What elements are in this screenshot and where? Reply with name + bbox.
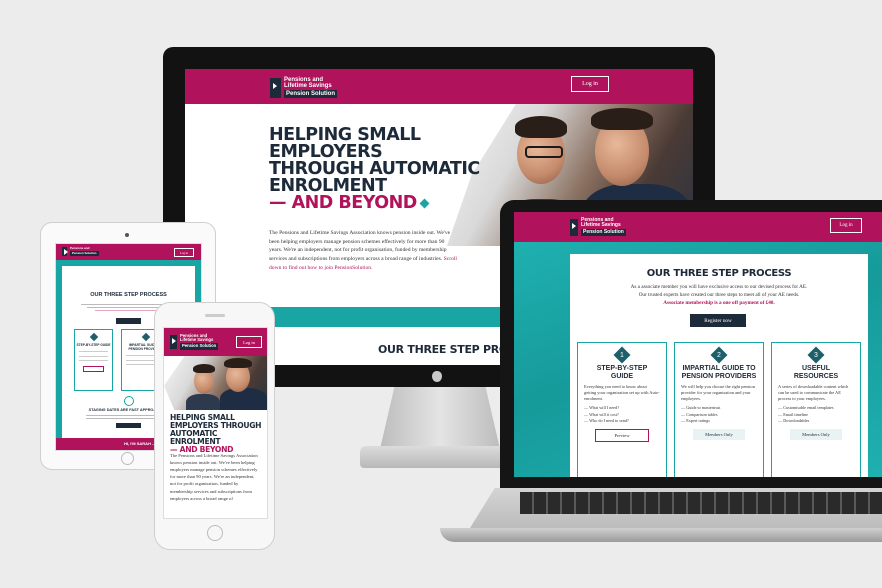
phone-hero-title: HELPING SMALL EMPLOYERS THROUGH AUTOMATI…: [170, 414, 262, 454]
desktop-logo[interactable]: Pensions and Lifetime Savings Pension So…: [270, 77, 337, 98]
tablet-register-button[interactable]: [116, 318, 141, 324]
members-only-button[interactable]: Members Only: [693, 429, 745, 441]
phone-logo[interactable]: Pensions and Lifetime Savings Pension So…: [170, 333, 219, 350]
logo-mark-icon: [62, 247, 68, 256]
logo-line3: Pension Solution: [180, 343, 219, 350]
phone-speaker: [205, 314, 225, 317]
step-number: 3: [814, 351, 818, 359]
list-item: What will I need?: [584, 405, 660, 412]
process-line3: Associate membership is a one off paymen…: [663, 300, 775, 307]
logo-mark-icon: [270, 77, 281, 98]
register-now-button[interactable]: Register now: [690, 314, 746, 327]
step-list: Guide to mastertrust Comparison tables E…: [681, 405, 757, 425]
list-item: Downloadables: [778, 418, 854, 425]
tablet-staging-button[interactable]: [116, 423, 141, 428]
members-only-button[interactable]: Members Only: [790, 429, 842, 441]
step-list: What will I need? What will it cost? Who…: [584, 405, 660, 425]
desktop-hero-title: HELPING SMALL EMPLOYERS THROUGH AUTOMATI…: [269, 126, 480, 213]
desktop-hero-intro: The Pensions and Lifetime Savings Associ…: [269, 229, 459, 272]
process-line2: Our trusted experts have created our thr…: [638, 292, 800, 299]
tablet-section-title: OUR THREE STEP PROCESS: [90, 292, 167, 298]
logo-line3: Pension Solution: [581, 229, 626, 236]
step-title-line1: STEP-BY-STEP: [596, 365, 648, 372]
process-line1: As a associate member you will have excl…: [630, 284, 808, 290]
step-title-line2: PENSION PROVIDERS: [681, 373, 757, 381]
desktop-login-button[interactable]: Log in: [571, 76, 609, 92]
phone-hero-image: [164, 356, 267, 410]
phone-login-button[interactable]: Log in: [236, 336, 262, 348]
step-title-line2: GUIDE: [610, 373, 634, 381]
diamond-icon: [419, 198, 430, 209]
desktop-header: [185, 69, 693, 104]
tablet-card-1: STEP-BY-STEP GUIDE: [74, 329, 113, 391]
tablet-login-button[interactable]: Log in: [174, 248, 194, 257]
tablet-card-1-title: STEP-BY-STEP GUIDE: [76, 343, 111, 347]
step-title-line2: RESOURCES: [793, 373, 839, 381]
logo-mark-icon: [170, 334, 177, 349]
laptop-login-button[interactable]: Log in: [830, 218, 862, 233]
phone-home-button[interactable]: [207, 525, 223, 541]
logo-line1: Pensions and: [70, 246, 90, 250]
step-number-badge: 3: [807, 346, 825, 364]
hero-title-accent: — AND BEYOND: [269, 193, 417, 213]
step-number: 2: [717, 351, 721, 359]
logo-line2: Lifetime Savings: [581, 222, 621, 228]
phone-hero-body: The Pensions and Lifetime Savings Associ…: [170, 453, 258, 501]
laptop-screen: Pensions and Lifetime Savings Pension So…: [514, 212, 882, 477]
tablet-camera: [125, 233, 129, 237]
logo-line2: Lifetime Savings: [180, 337, 214, 343]
monitor-stand: [380, 387, 500, 449]
tablet-logo[interactable]: Pensions and Pension Solution: [62, 247, 99, 256]
clock-icon: [124, 396, 134, 406]
logo-line2: Lifetime Savings: [284, 83, 332, 89]
step-card-3: 3 USEFUL RESOURCES A series of downloadab…: [771, 342, 861, 477]
preview-button[interactable]: Preview: [595, 429, 649, 443]
step-number-badge: 2: [710, 346, 728, 364]
step-card-2: 2 IMPARTIAL GUIDE TO PENSION PROVIDERS We…: [674, 342, 764, 477]
list-item: Who do I need to send?: [584, 418, 660, 425]
laptop-keyboard: [520, 492, 882, 514]
laptop-logo[interactable]: Pensions and Lifetime Savings Pension So…: [570, 218, 626, 236]
logo-line3: Pension Solution: [70, 251, 99, 256]
list-item: Customisable email templates: [778, 405, 854, 412]
laptop-process-intro: As a associate member you will have excl…: [570, 283, 868, 307]
list-item: What will it cost?: [584, 412, 660, 419]
step-number-badge: 1: [613, 346, 631, 364]
tablet-home-button[interactable]: [121, 452, 134, 465]
list-item: Email timeline: [778, 412, 854, 419]
list-item: Comparison tables: [681, 412, 757, 419]
phone-title-text: HELPING SMALL EMPLOYERS THROUGH AUTOMATI…: [170, 413, 262, 446]
list-item: Guide to mastertrust: [681, 405, 757, 412]
logo-mark-icon: [570, 218, 578, 236]
phone-screen: Pensions and Lifetime Savings Pension So…: [163, 327, 268, 519]
step-desc: A series of downloadable content which c…: [778, 384, 849, 401]
laptop-section-title: OUR THREE STEP PROCESS: [646, 268, 792, 279]
list-item: Expert ratings: [681, 418, 757, 425]
hero-intro-text: The Pensions and Lifetime Savings Associ…: [269, 230, 451, 262]
step-desc: We will help you choose the right pensio…: [681, 384, 755, 401]
apple-logo-icon: [432, 371, 442, 382]
step-title-line1: USEFUL: [802, 365, 830, 372]
step-list: Customisable email templates Email timel…: [778, 405, 854, 425]
laptop-front-edge: [440, 528, 882, 542]
step-card-1: 1 STEP-BY-STEP GUIDE Everything you need …: [577, 342, 667, 477]
laptop-lid: Pensions and Lifetime Savings Pension So…: [500, 200, 882, 490]
step-title-line1: IMPARTIAL GUIDE TO: [682, 365, 756, 372]
step-desc: Everything you need to know about gettin…: [584, 384, 660, 401]
phone-device: Pensions and Lifetime Savings Pension So…: [154, 302, 275, 550]
step-number: 1: [620, 351, 624, 359]
monitor-base: [360, 446, 520, 468]
logo-line3: Pension Solution: [284, 90, 337, 98]
